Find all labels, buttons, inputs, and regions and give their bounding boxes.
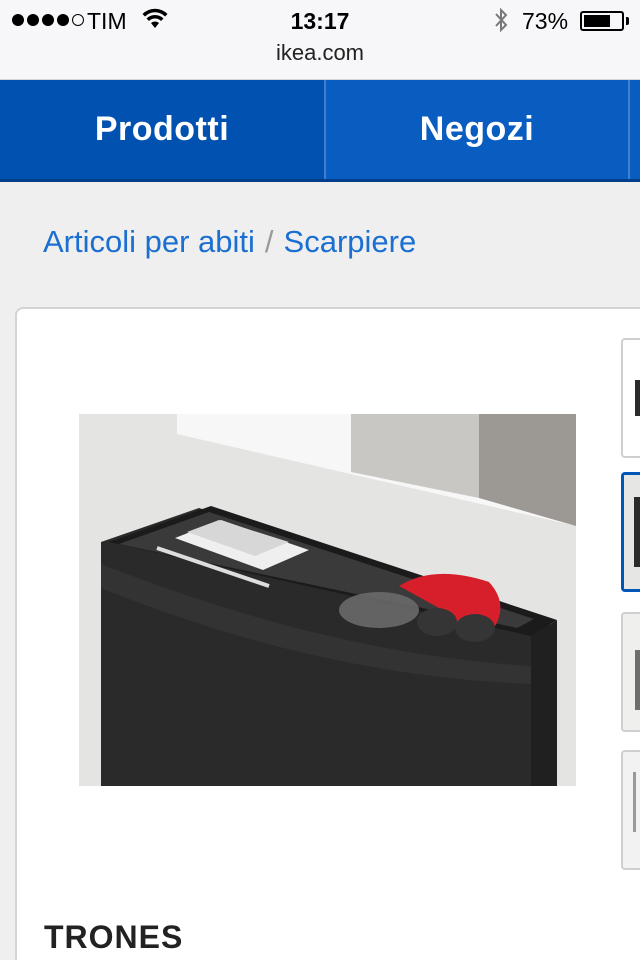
bluetooth-icon: [493, 6, 509, 40]
breadcrumb-link-articoli[interactable]: Articoli per abiti: [43, 224, 255, 259]
battery-tip: [626, 17, 629, 25]
tab-more[interactable]: [628, 80, 640, 179]
battery-percent: 73%: [522, 8, 569, 34]
battery-icon: [580, 11, 624, 31]
product-name: TRONES: [44, 919, 184, 955]
status-row: TIM 13:17 73%: [0, 6, 640, 36]
product-card: TRONES: [15, 307, 640, 960]
breadcrumb: Articoli per abiti / Scarpiere: [43, 224, 416, 260]
tab-negozi[interactable]: Negozi: [326, 80, 628, 179]
product-main-image[interactable]: [79, 414, 576, 786]
product-thumbnail[interactable]: [621, 750, 640, 870]
url-bar[interactable]: ikea.com: [0, 40, 640, 66]
product-thumbnail[interactable]: [621, 338, 640, 458]
breadcrumb-separator: /: [264, 224, 274, 259]
tab-prodotti[interactable]: Prodotti: [0, 80, 326, 179]
breadcrumb-link-scarpiere[interactable]: Scarpiere: [284, 224, 417, 259]
ios-status-bar: TIM 13:17 73% ikea.com: [0, 0, 640, 80]
product-thumbnail[interactable]: [621, 612, 640, 732]
main-nav: Prodotti Negozi: [0, 80, 640, 182]
product-thumbnail-active[interactable]: [621, 472, 640, 592]
